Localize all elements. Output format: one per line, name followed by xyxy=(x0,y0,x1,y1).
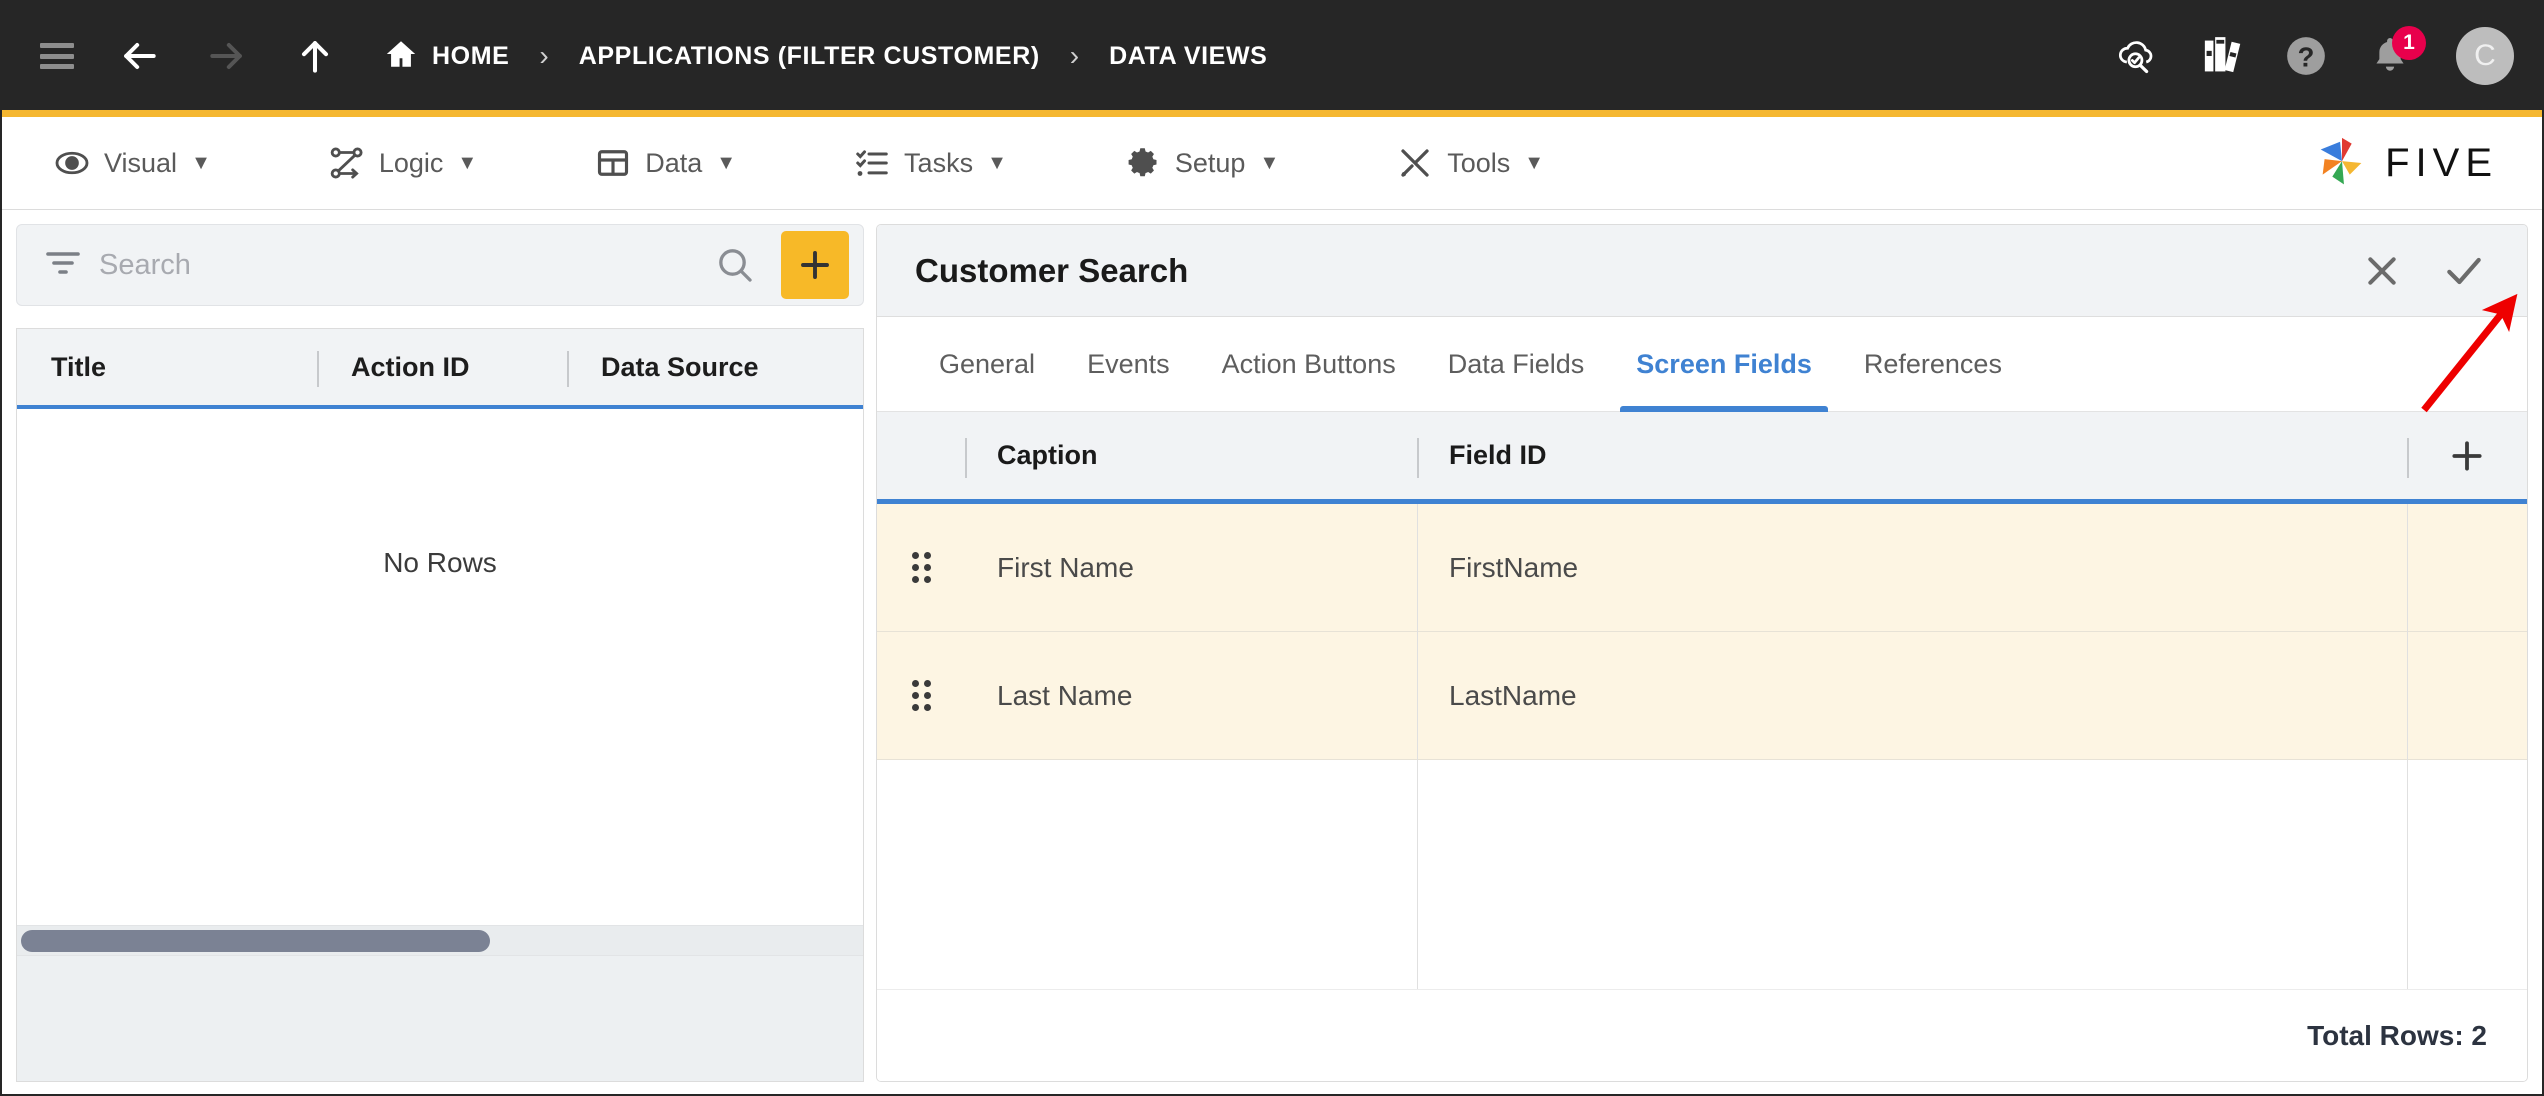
eye-icon xyxy=(54,145,90,181)
chevron-down-icon: ▼ xyxy=(1524,151,1545,174)
tab-bar: General Events Action Buttons Data Field… xyxy=(877,317,2527,412)
chevron-down-icon: ▼ xyxy=(457,151,478,174)
top-navigation-bar: HOME › APPLICATIONS (FILTER CUSTOMER) › … xyxy=(2,2,2542,110)
close-icon[interactable] xyxy=(2349,238,2415,304)
menu-label-logic: Logic xyxy=(378,147,444,178)
five-logo: FIVE xyxy=(2311,132,2498,194)
breadcrumb-item-data-views[interactable]: DATA VIEWS xyxy=(1109,42,1267,71)
chevron-down-icon: ▼ xyxy=(1259,151,1280,174)
help-icon[interactable]: ? xyxy=(2280,30,2332,82)
column-header-data-source[interactable]: Data Source xyxy=(567,329,863,405)
five-pinwheel-icon xyxy=(2320,137,2362,185)
data-views-grid-body: No Rows xyxy=(17,409,863,925)
svg-text:?: ? xyxy=(2298,42,2315,73)
table-row[interactable]: Last Name LastName xyxy=(877,632,2527,760)
cell-caption[interactable]: First Name xyxy=(965,504,1417,631)
check-icon[interactable] xyxy=(2431,238,2497,304)
breadcrumb-separator: › xyxy=(539,40,549,71)
column-header-caption[interactable]: Caption xyxy=(965,412,1417,499)
home-icon xyxy=(384,37,432,76)
menu-item-setup[interactable]: Setup ▼ xyxy=(1125,145,1279,181)
breadcrumb-label-home: HOME xyxy=(432,41,510,70)
data-views-grid: Title Action ID Data Source No Rows xyxy=(16,328,864,1082)
menu-label-tools: Tools xyxy=(1447,147,1511,178)
tab-action-buttons[interactable]: Action Buttons xyxy=(1196,317,1422,412)
user-avatar[interactable]: C xyxy=(2456,27,2514,85)
tools-icon xyxy=(1397,145,1433,181)
chevron-down-icon: ▼ xyxy=(191,151,211,174)
tab-general[interactable]: General xyxy=(913,317,1061,412)
main-menu-bar: Visual ▼ Logic ▼ Data ▼ Tasks ▼ Setup ▼ … xyxy=(2,117,2542,210)
logic-flow-icon xyxy=(329,145,365,181)
total-rows-label: Total Rows: 2 xyxy=(2307,1019,2487,1051)
table-grid-icon xyxy=(595,145,631,181)
search-icon[interactable] xyxy=(715,245,755,285)
back-arrow-icon[interactable] xyxy=(116,33,162,79)
search-bar xyxy=(16,224,864,306)
left-panel-footer xyxy=(17,955,863,1081)
topbar-actions: ? 1 C xyxy=(2112,2,2514,110)
menu-label-data: Data xyxy=(645,147,703,178)
filter-icon[interactable] xyxy=(45,248,81,283)
cloud-search-icon[interactable] xyxy=(2112,30,2164,82)
app-window: HOME › APPLICATIONS (FILTER CUSTOMER) › … xyxy=(0,0,2544,1096)
topbar-accent-underline xyxy=(2,110,2542,117)
screen-fields-rows: First Name FirstName Last Name LastName xyxy=(877,504,2527,989)
menu-item-tasks[interactable]: Tasks ▼ xyxy=(854,145,1007,181)
column-divider xyxy=(2407,504,2408,989)
chevron-down-icon: ▼ xyxy=(987,151,1007,174)
record-header: Customer Search xyxy=(877,225,2527,317)
tab-data-fields[interactable]: Data Fields xyxy=(1422,317,1611,412)
add-record-button[interactable] xyxy=(781,231,849,299)
menu-label-tasks: Tasks xyxy=(904,147,974,178)
tab-references[interactable]: References xyxy=(1838,317,2028,412)
left-panel: Title Action ID Data Source No Rows xyxy=(16,224,864,1082)
tab-events[interactable]: Events xyxy=(1061,317,1196,412)
grid-footer: Total Rows: 2 xyxy=(877,989,2527,1081)
horizontal-scrollbar[interactable] xyxy=(17,925,863,955)
cell-caption[interactable]: Last Name xyxy=(965,632,1417,759)
notifications-icon[interactable]: 1 xyxy=(2364,26,2426,82)
drag-handle-icon[interactable] xyxy=(877,632,965,759)
data-views-grid-header: Title Action ID Data Source xyxy=(17,329,863,409)
forward-arrow-icon[interactable] xyxy=(204,33,250,79)
menu-item-visual[interactable]: Visual ▼ xyxy=(54,145,211,181)
menu-item-logic[interactable]: Logic ▼ xyxy=(329,145,477,181)
column-divider xyxy=(1417,504,1418,989)
five-logo-text: FIVE xyxy=(2385,140,2498,185)
hamburger-menu-icon[interactable] xyxy=(40,43,74,69)
page-title: Customer Search xyxy=(915,251,1189,289)
checklist-icon xyxy=(854,145,890,181)
breadcrumb-separator: › xyxy=(1069,40,1080,71)
table-row[interactable]: First Name FirstName xyxy=(877,504,2527,632)
screen-fields-grid-header: Caption Field ID xyxy=(877,412,2527,504)
menu-label-setup: Setup xyxy=(1174,147,1246,178)
cell-field-id[interactable]: FirstName xyxy=(1417,504,2527,631)
cell-field-id[interactable]: LastName xyxy=(1417,632,2527,759)
up-arrow-icon[interactable] xyxy=(292,33,338,79)
drag-handle-icon[interactable] xyxy=(877,504,965,631)
scrollbar-thumb[interactable] xyxy=(21,929,491,952)
empty-state-message: No Rows xyxy=(383,547,497,578)
column-header-title[interactable]: Title xyxy=(17,329,317,405)
library-icon[interactable] xyxy=(2196,30,2248,82)
add-screen-field-button[interactable] xyxy=(2407,412,2527,499)
tab-screen-fields[interactable]: Screen Fields xyxy=(1610,317,1838,412)
chevron-down-icon: ▼ xyxy=(716,151,737,174)
screen-fields-grid: Caption Field ID First Name FirstName La… xyxy=(877,412,2527,1081)
gear-icon xyxy=(1125,145,1161,181)
breadcrumb-item-applications[interactable]: APPLICATIONS (FILTER CUSTOMER) xyxy=(579,42,1040,71)
search-input[interactable] xyxy=(99,248,689,282)
column-header-field-id[interactable]: Field ID xyxy=(1417,412,2407,499)
breadcrumb-item-home[interactable]: HOME xyxy=(384,37,509,76)
menu-label-visual: Visual xyxy=(104,147,178,178)
column-header-handle xyxy=(877,412,965,499)
menu-item-data[interactable]: Data ▼ xyxy=(595,145,736,181)
right-panel: Customer Search General Events Action Bu… xyxy=(876,224,2528,1082)
notification-badge: 1 xyxy=(2392,26,2426,60)
column-header-action-id[interactable]: Action ID xyxy=(317,329,567,405)
menu-item-tools[interactable]: Tools ▼ xyxy=(1397,145,1544,181)
